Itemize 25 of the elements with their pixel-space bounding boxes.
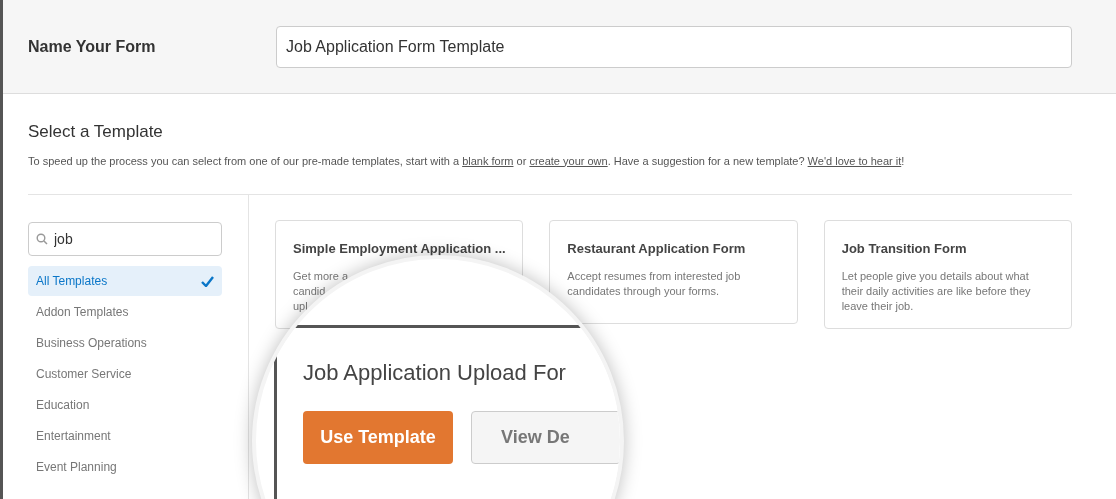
- category-item[interactable]: Education: [28, 390, 222, 420]
- section-description: To speed up the process you can select from one of our pre-made templates, start with a blank form or create your own. Have a suggestion for a new template? We'd love to hear it!: [28, 153, 906, 169]
- category-item[interactable]: Event Planning: [28, 452, 222, 482]
- template-title: Job Application Upload For: [303, 359, 567, 387]
- category-item[interactable]: Business Operations: [28, 328, 222, 358]
- template-description: Let people give you details about what their daily activities are like before they leave their job.: [841, 268, 1032, 314]
- category-item[interactable]: Customer Service: [28, 359, 222, 389]
- template-title: Restaurant Application Form: [567, 240, 747, 258]
- category-item[interactable]: Entertainment: [28, 421, 222, 451]
- category-item[interactable]: All Templates: [28, 266, 222, 296]
- form-name-field[interactable]: Job Application Form Template: [276, 25, 1072, 68]
- template-title: Simple Employment Application ...: [293, 240, 506, 258]
- use-template-button[interactable]: Use Template: [303, 411, 453, 464]
- inline-link[interactable]: blank form: [462, 154, 514, 167]
- form-name-label: Name Your Form: [28, 36, 157, 57]
- category-item[interactable]: Addon Templates: [28, 297, 222, 327]
- template-description: Accept resumes from interested job candidates through your forms.: [567, 268, 742, 299]
- search-icon: [36, 233, 48, 245]
- section-title: Select a Template: [28, 121, 164, 143]
- template-title: Job Transition Form: [841, 240, 968, 258]
- inline-link[interactable]: create your own: [529, 154, 608, 167]
- template-card[interactable]: Job Transition Form Let people give you details about what their daily activities are like before they leave their job.: [823, 220, 1072, 329]
- search-field[interactable]: job: [28, 222, 222, 256]
- view-demo-button[interactable]: View De: [471, 411, 620, 464]
- check-icon: [201, 275, 214, 287]
